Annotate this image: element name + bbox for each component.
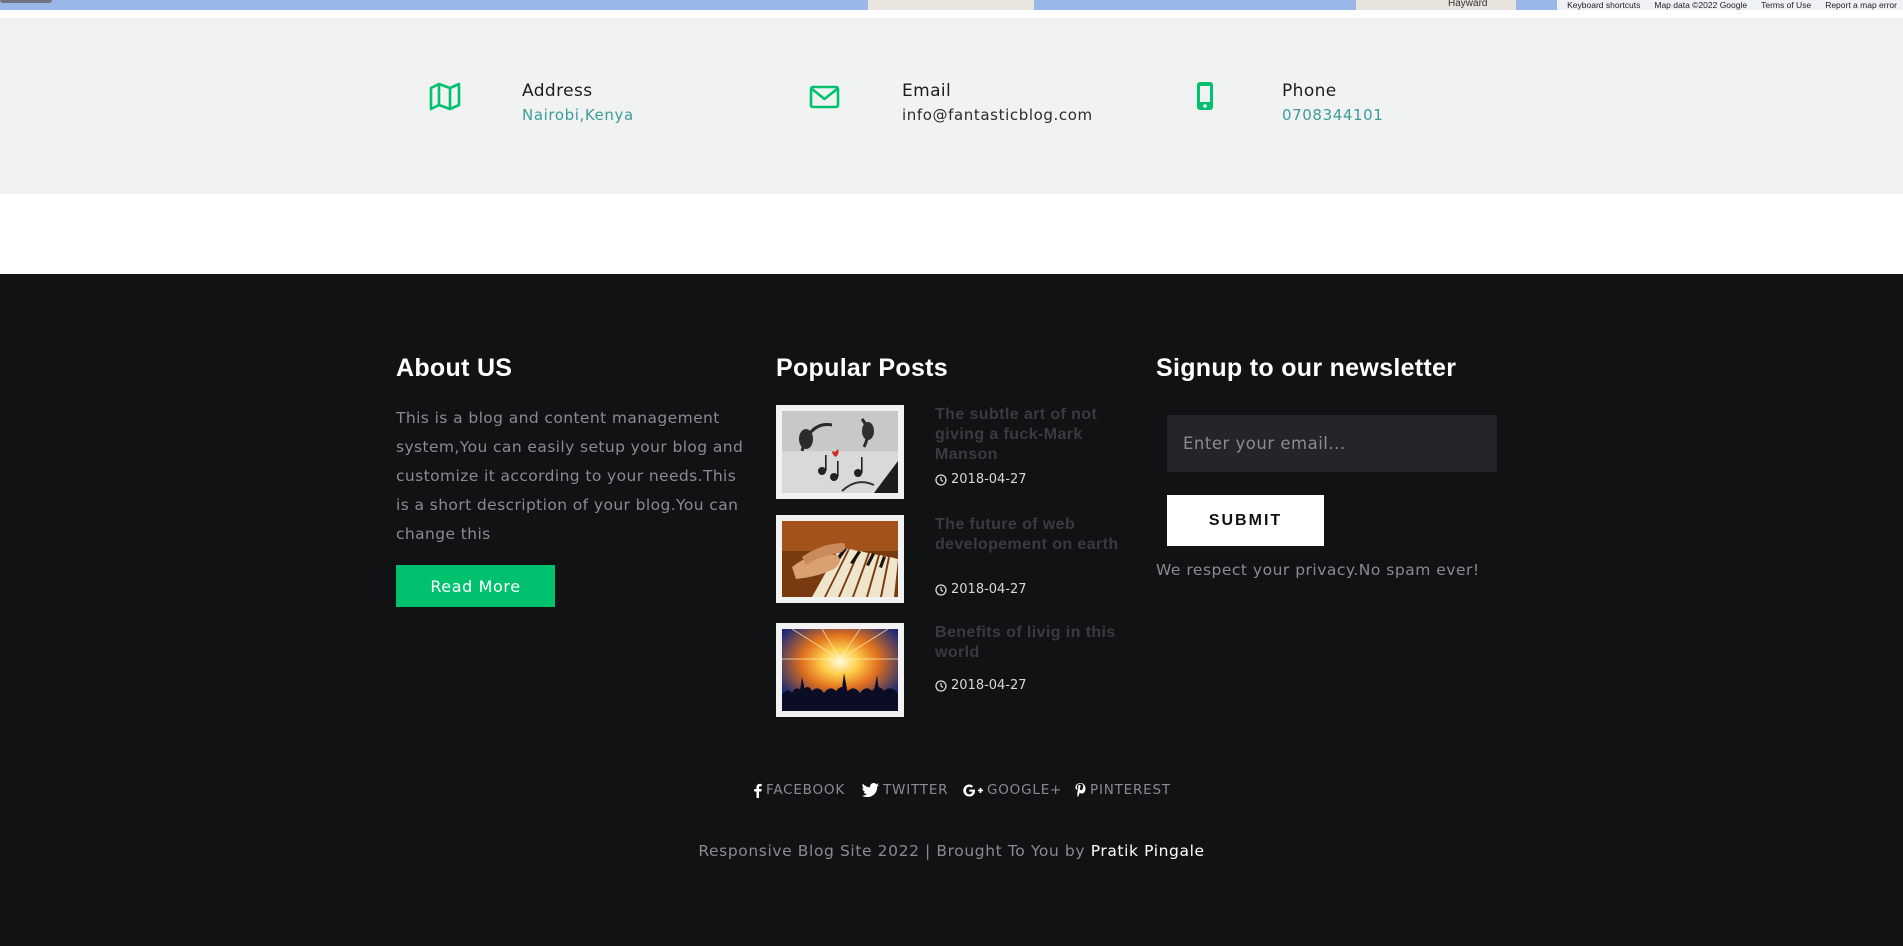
terms-of-use-link[interactable]: Terms of Use <box>1761 0 1811 10</box>
clock-icon <box>935 583 947 596</box>
post-title[interactable]: Benefits of livig in this world <box>935 623 1120 663</box>
map-icon <box>429 82 461 111</box>
google-plus-link[interactable]: GOOGLE+ <box>963 782 1062 798</box>
twitter-label: TWITTER <box>883 782 949 798</box>
newsletter-email-input[interactable] <box>1167 415 1497 472</box>
facebook-label: FACEBOOK <box>766 782 846 798</box>
map-attribution: Keyboard shortcuts Map data ©2022 Google… <box>1557 0 1903 10</box>
author-link[interactable]: Pratik Pingale <box>1091 842 1205 860</box>
post-date: 2018-04-27 <box>935 678 1027 693</box>
post-date-text: 2018-04-27 <box>951 472 1027 487</box>
post-title[interactable]: The subtle art of not giving a fuck-Mark… <box>935 405 1120 465</box>
about-text: This is a blog and content management sy… <box>396 409 744 543</box>
site-footer: About US This is a blog and content mana… <box>0 274 1903 946</box>
read-more-button[interactable]: Read More <box>396 565 555 607</box>
contact-phone: Phone 0708344101 <box>1188 80 1383 124</box>
map-place-label: Hayward <box>1448 0 1488 9</box>
phone-value[interactable]: 0708344101 <box>1282 104 1383 126</box>
pinterest-icon <box>1075 782 1086 797</box>
keyboard-shortcuts-link[interactable]: Keyboard shortcuts <box>1567 0 1640 10</box>
email-value[interactable]: info@fantasticblog.com <box>902 104 1093 126</box>
hands-on-piano-image <box>782 521 898 597</box>
google-plus-icon <box>963 784 983 796</box>
post-title[interactable]: The future of web developement on earth <box>935 515 1120 555</box>
map-data-label: Map data ©2022 Google <box>1654 0 1748 10</box>
pinterest-label: PINTEREST <box>1090 782 1171 798</box>
contact-info-band: Address Nairobi,Kenya Email info@fantast… <box>0 18 1903 194</box>
privacy-note: We respect your privacy.No spam ever! <box>1156 561 1480 579</box>
embedded-map[interactable]: Hayward Keyboard shortcuts Map data ©202… <box>0 0 1903 10</box>
concert-lights-image <box>782 629 898 711</box>
google-plus-label: GOOGLE+ <box>987 782 1063 798</box>
post-thumbnail[interactable] <box>776 515 904 603</box>
map-control-handle[interactable] <box>0 0 52 3</box>
post-date-text: 2018-04-27 <box>951 582 1027 597</box>
facebook-link[interactable]: FACEBOOK <box>753 782 845 798</box>
contact-address: Address Nairobi,Kenya <box>428 80 633 124</box>
post-date: 2018-04-27 <box>935 472 1027 487</box>
popular-posts-title: Popular Posts <box>776 354 948 382</box>
map-road-tile <box>868 0 1034 10</box>
phone-title: Phone <box>1282 81 1337 101</box>
submit-button[interactable]: SUBMIT <box>1167 495 1324 546</box>
post-date: 2018-04-27 <box>935 582 1027 597</box>
pinterest-link[interactable]: PINTEREST <box>1075 782 1171 798</box>
contact-email: Email info@fantasticblog.com <box>808 80 1092 124</box>
post-date-text: 2018-04-27 <box>951 678 1027 693</box>
newsletter-title: Signup to our newsletter <box>1156 354 1457 382</box>
clock-icon <box>935 473 947 486</box>
post-thumbnail[interactable] <box>776 623 904 717</box>
address-title: Address <box>522 81 593 101</box>
copyright-text: Responsive Blog Site 2022 | Brought To Y… <box>698 842 1086 860</box>
post-thumbnail[interactable] <box>776 405 904 499</box>
about-title: About US <box>396 354 513 382</box>
report-map-error-link[interactable]: Report a map error <box>1825 0 1897 10</box>
clock-icon <box>935 679 947 692</box>
address-value: Nairobi,Kenya <box>522 106 634 124</box>
email-title: Email <box>902 81 952 101</box>
headphones-music-notes-image <box>782 411 898 493</box>
twitter-link[interactable]: TWITTER <box>862 782 948 798</box>
envelope-icon <box>809 85 840 109</box>
copyright: Responsive Blog Site 2022 | Brought To Y… <box>0 842 1903 860</box>
mobile-phone-icon <box>1197 82 1213 110</box>
twitter-icon <box>862 783 879 797</box>
facebook-icon <box>754 783 762 798</box>
map-road-tile <box>1356 0 1516 10</box>
